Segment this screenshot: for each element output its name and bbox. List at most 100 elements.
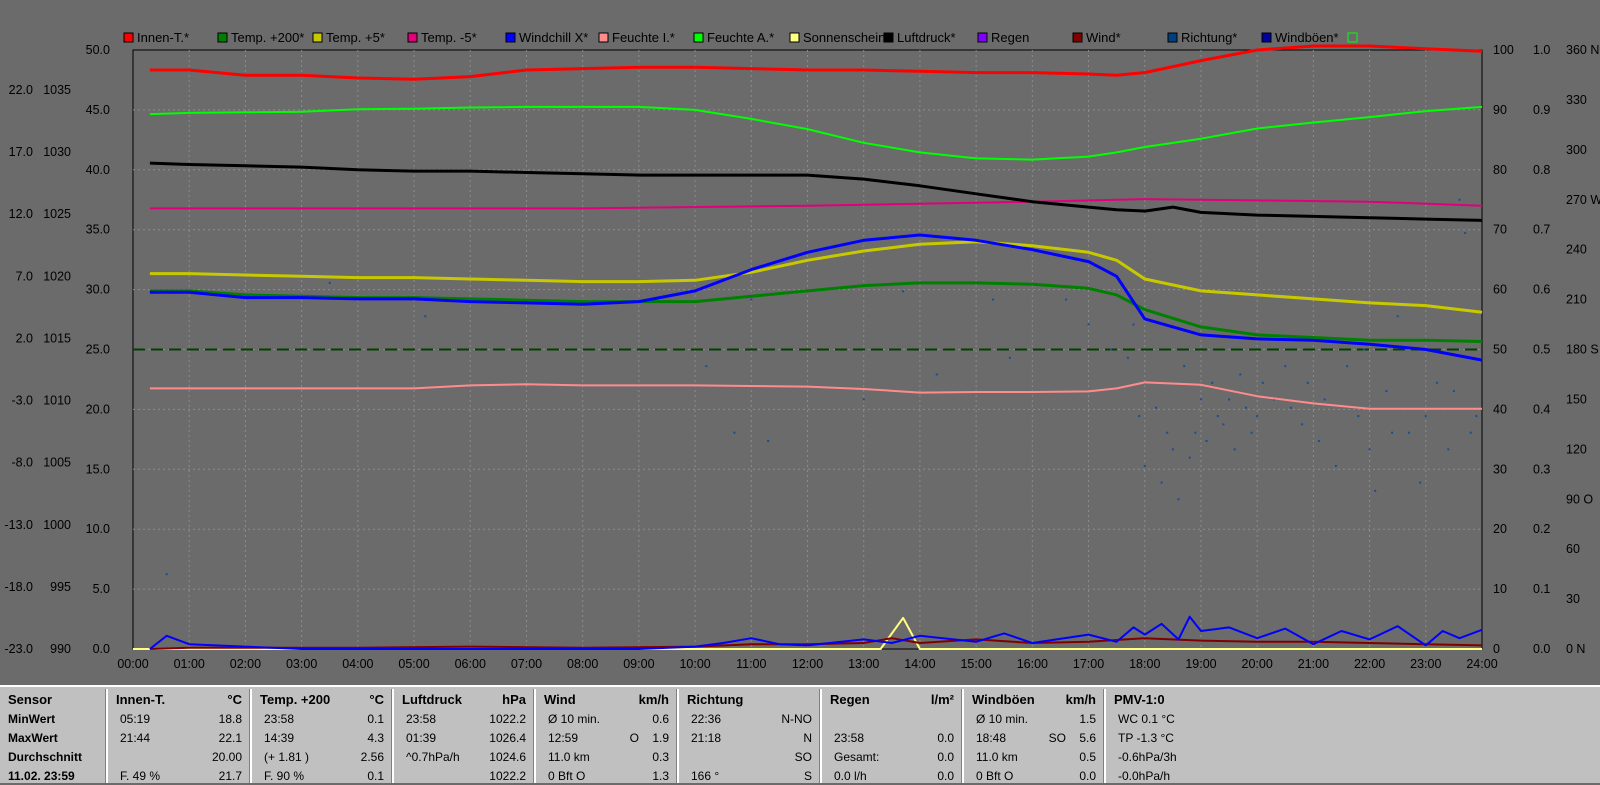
pressure-tick-label: 990 [50, 642, 71, 656]
x-tick-label: 02:00 [230, 657, 261, 671]
rain-tick-label: 0.4 [1533, 402, 1550, 416]
stats-row: -0.6hPa/3h [1106, 748, 1600, 766]
stats-cell-value: 1026.4 [489, 731, 526, 745]
rain-tick-label: 0.2 [1533, 522, 1550, 536]
temp-tick-label: 17.0 [9, 145, 33, 159]
rain-tick-label: 0.1 [1533, 582, 1550, 596]
temp-tick-label: 2.0 [16, 331, 33, 345]
temp-tick-label: -3.0 [11, 394, 33, 408]
stats-cell-value: S [803, 769, 812, 783]
temp-tick-label: -8.0 [11, 456, 33, 470]
x-tick-label: 08:00 [567, 657, 598, 671]
x-tick-label: 12:00 [792, 657, 823, 671]
direction-point [1132, 323, 1135, 326]
stats-row: 18:48 SO 5.6 [964, 729, 1106, 747]
monthly-avg-swatch [1347, 32, 1358, 43]
direction-point [1419, 481, 1422, 484]
stats-cell-value: 22.1 [218, 731, 242, 745]
wind-tick-label: 35.0 [86, 223, 110, 237]
stats-header-title: Luftdruck [402, 692, 462, 707]
legend-label: Innen-T.* [137, 30, 189, 45]
stats-row: ^0.7hPa/h 1024.6 [394, 748, 536, 766]
legend-swatch [123, 32, 134, 43]
stats-cell-label: 14:39 [264, 731, 295, 745]
direction-point [862, 398, 865, 401]
direction-point [1284, 365, 1287, 368]
stats-row: 0 Bft O 0.0 [964, 767, 1106, 785]
direction-point [1261, 381, 1264, 384]
rain-tick-label: 1.0 [1533, 43, 1550, 57]
stats-cell-label: -0.0hPa/h [1118, 769, 1171, 783]
stats-row: 22:36 N-NO [679, 710, 822, 728]
stats-row: Ø 10 min. 1.5 [964, 710, 1106, 728]
pressure-tick-label: 1025 [43, 207, 71, 221]
stats-cell-label: (+ 1.81 ) [264, 750, 310, 764]
direction-point [1239, 373, 1242, 376]
stats-cell-value: 0.0 [937, 731, 954, 745]
pressure-tick-label: 1000 [43, 518, 71, 532]
direction-point [767, 440, 770, 443]
direction-point [1385, 390, 1388, 393]
stats-cell-label: MaxWert [8, 731, 58, 745]
legend-label: Wind* [1086, 30, 1121, 45]
x-tick-label: 00:00 [117, 657, 148, 671]
rain-tick-label: 0.7 [1533, 223, 1550, 237]
stats-header: Sensor [0, 691, 108, 709]
direction-point [1228, 398, 1231, 401]
rain-tick-label: 0.9 [1533, 103, 1550, 117]
direction-tick-label: 30 [1566, 592, 1580, 606]
direction-tick-label: 120 [1566, 442, 1587, 456]
stats-cell-value: 0.6 [652, 712, 669, 726]
stats-cell-value: 1022.2 [489, 712, 526, 726]
temp-tick-label: 12.0 [9, 207, 33, 221]
stats-row: 05:19 18.8 [108, 710, 252, 728]
direction-point [1154, 406, 1157, 409]
direction-point [1407, 431, 1410, 434]
stats-cell-value: 2.56 [360, 750, 384, 764]
x-tick-label: 11:00 [736, 657, 766, 671]
stats-row: 1022.2 [394, 767, 536, 785]
wind-tick-label: 15.0 [86, 462, 110, 476]
stats-cell-value: N [803, 731, 812, 745]
legend-label: Temp. -5* [421, 30, 477, 45]
x-tick-label: 16:00 [1017, 657, 1048, 671]
stats-row: 21:18 N [679, 729, 822, 747]
stats-row: 23:58 0.1 [252, 710, 394, 728]
stats-row: 11.0 km 0.5 [964, 748, 1106, 766]
stats-cell-label: 0 Bft O [548, 769, 586, 783]
direction-point [1334, 464, 1337, 467]
direction-tick-label: 240 [1566, 243, 1587, 257]
x-tick-label: 13:00 [848, 657, 879, 671]
legend-swatch [407, 32, 418, 43]
x-tick-label: 21:00 [1298, 657, 1329, 671]
stats-header-unit: °C [227, 692, 242, 707]
stats-header-title: Sensor [8, 692, 53, 707]
weather-chart: 00:00 01:00 02:00 03:00 04:00 05:00 06:00 07:00… [5, 30, 1600, 671]
humidity-tick-label: 10 [1493, 582, 1507, 596]
stats-cell-label: 05:19 [120, 712, 151, 726]
stats-cell-value: 5.6 [1079, 731, 1096, 745]
direction-point [935, 373, 938, 376]
stats-header-title: Wind [544, 692, 576, 707]
legend-swatch [1072, 32, 1083, 43]
direction-point [1008, 356, 1011, 359]
stats-cell-direction: SO [1048, 731, 1066, 745]
direction-point [1211, 381, 1214, 384]
stats-header-unit: °C [369, 692, 384, 707]
direction-point [1177, 498, 1180, 501]
stats-row [822, 710, 964, 728]
stats-header: Richtung [679, 691, 822, 709]
direction-point [1199, 398, 1202, 401]
direction-point [1110, 348, 1113, 351]
direction-point [1464, 232, 1467, 235]
direction-point [1138, 415, 1141, 418]
x-tick-label: 14:00 [904, 657, 935, 671]
rain-tick-label: 0.3 [1533, 462, 1550, 476]
stats-column: PMV-1:0 WC 0.1 °C TP -1.3 °C -0.6hPa/3h -0.0… [1106, 687, 1600, 783]
legend-swatch [883, 32, 894, 43]
direction-point [1216, 415, 1219, 418]
humidity-tick-label: 90 [1493, 103, 1507, 117]
legend-label: Regen [991, 30, 1029, 45]
direction-tick-label: 360 N [1566, 43, 1599, 57]
direction-tick-label: 60 [1566, 542, 1580, 556]
